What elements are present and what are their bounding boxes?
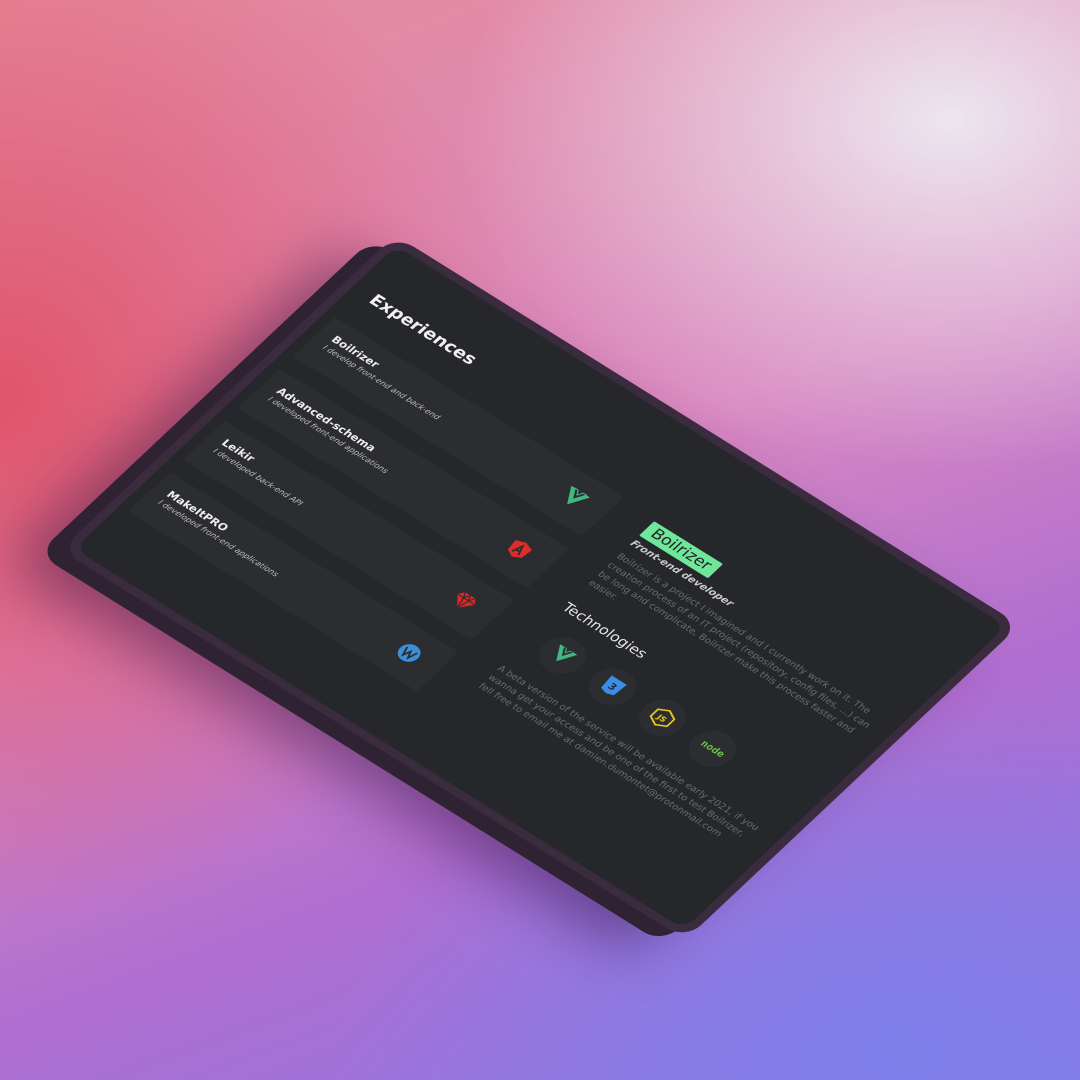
angular-icon	[507, 540, 532, 558]
vue-icon	[529, 629, 596, 681]
vue-icon	[567, 485, 591, 505]
node-icon: node	[679, 723, 746, 775]
ruby-icon	[456, 592, 476, 609]
tablet-device: Experiences Boilrizer I develop front-en…	[60, 235, 1020, 940]
css3-icon: 3	[579, 661, 646, 713]
card-desc: I developed front-end applications	[155, 498, 281, 579]
screen: Experiences Boilrizer I develop front-en…	[74, 245, 1007, 930]
card-desc: I developed back-end API	[210, 446, 305, 508]
js-label: JS	[654, 713, 669, 724]
node-label: node	[697, 738, 728, 760]
nodejs-js-icon: JS	[629, 692, 696, 744]
wordpress-icon	[397, 644, 421, 662]
